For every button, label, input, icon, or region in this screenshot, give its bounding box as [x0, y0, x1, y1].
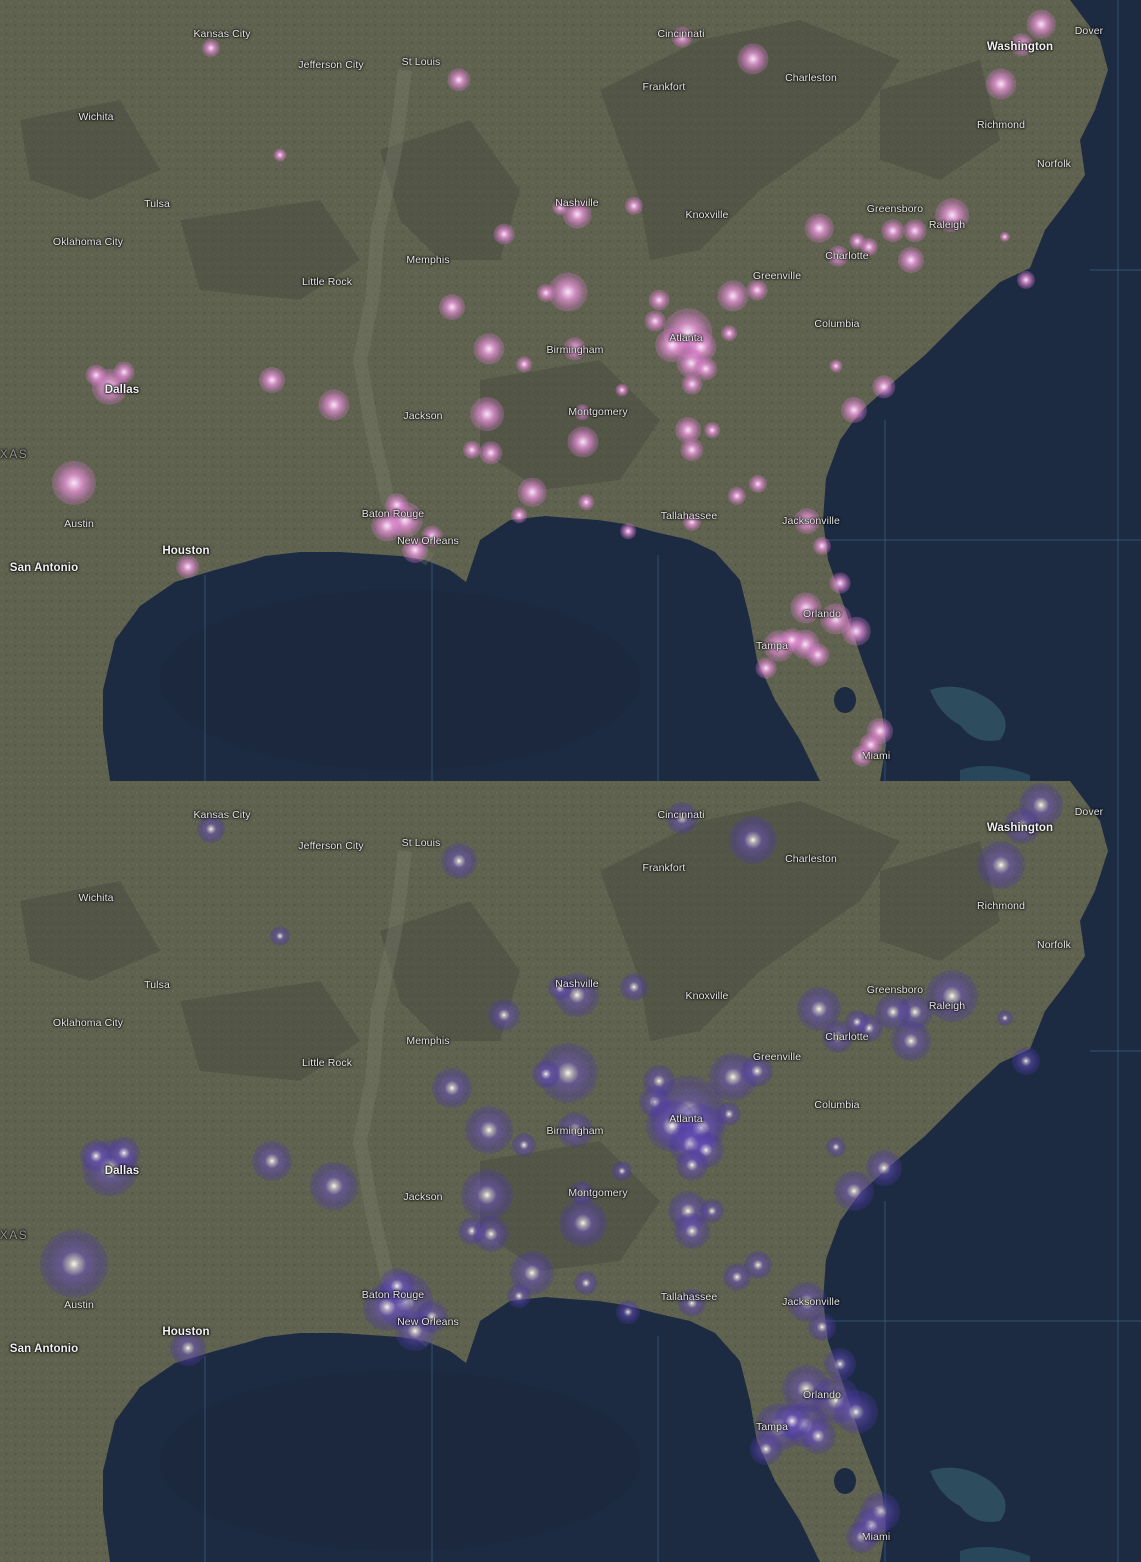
satellite-basemap — [0, 0, 1141, 781]
map-panel-top[interactable]: Kansas City Jefferson City St Louis Cincinn… — [0, 0, 1141, 781]
map-panel-bottom[interactable]: Kansas City Jefferson City St Louis Cincinn… — [0, 781, 1141, 1562]
satellite-basemap — [0, 781, 1141, 1562]
